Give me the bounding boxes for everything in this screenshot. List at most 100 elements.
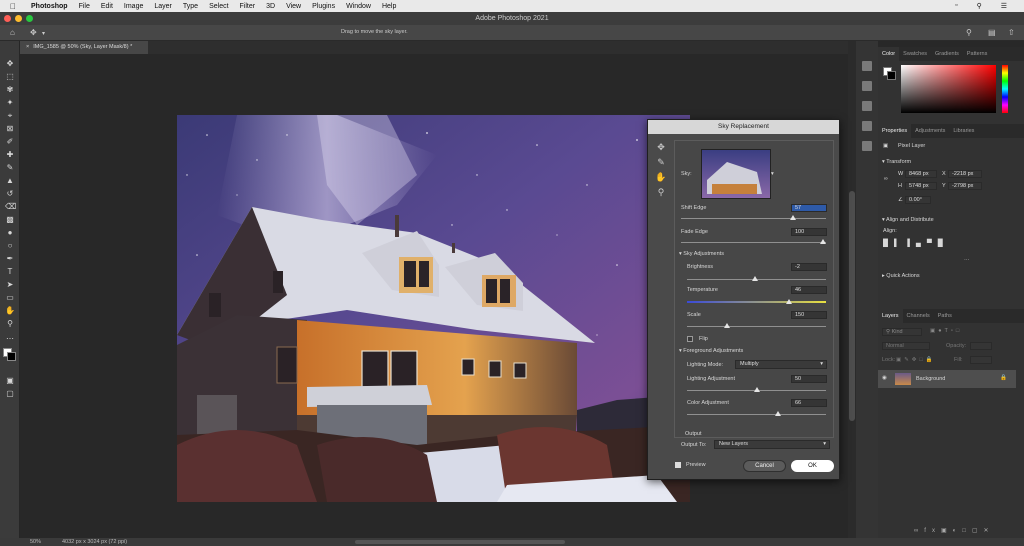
fade-edge-field[interactable]: 100: [791, 228, 827, 236]
panel-background-swatch[interactable]: [887, 71, 896, 80]
transform-section[interactable]: ▾ Transform: [882, 159, 911, 165]
menu-help[interactable]: Help: [382, 3, 396, 10]
tab-adjustments[interactable]: Adjustments: [911, 124, 949, 138]
link-icon[interactable]: ∞: [884, 176, 888, 182]
fade-edge-slider[interactable]: [681, 242, 826, 243]
sky-brush-tool-icon[interactable]: ✎: [654, 157, 668, 172]
tab-gradients[interactable]: Gradients: [931, 47, 963, 61]
lighting-adjustment-field[interactable]: 50: [791, 375, 827, 383]
brightness-thumb[interactable]: [752, 276, 758, 281]
quick-actions-section[interactable]: ▸ Quick Actions: [882, 273, 920, 279]
screen-mode-icon[interactable]: ▢: [5, 389, 15, 398]
temperature-thumb[interactable]: [786, 299, 792, 304]
blend-mode-dropdown[interactable]: Normal: [882, 342, 930, 350]
document-tab[interactable]: × IMG_1585 @ 50% (Sky, Layer Mask/8) *: [20, 41, 148, 54]
color-picker-field[interactable]: [901, 65, 996, 113]
sky-preset-thumbnail[interactable]: [701, 149, 771, 199]
x-field[interactable]: -2218 px: [948, 170, 982, 178]
shift-edge-thumb[interactable]: [790, 215, 796, 220]
menu-filter[interactable]: Filter: [240, 3, 256, 10]
lasso-tool-icon[interactable]: ✾: [5, 85, 15, 94]
brush-tool-icon[interactable]: ✎: [5, 163, 15, 172]
search-icon[interactable]: ⚲: [966, 28, 972, 37]
tab-paths[interactable]: Paths: [934, 309, 956, 323]
layer-footer-icons[interactable]: ∞fx▣◐□▢✕: [914, 527, 995, 534]
layer-row-background[interactable]: ◉ Background 🔒: [878, 370, 1016, 388]
document-image[interactable]: [177, 115, 690, 502]
chevron-down-icon[interactable]: ▾: [771, 171, 774, 177]
brushes-icon[interactable]: [862, 101, 872, 111]
zoom-window-button[interactable]: [26, 15, 33, 22]
history-brush-tool-icon[interactable]: ↺: [5, 189, 15, 198]
y-field[interactable]: -2798 px: [948, 182, 982, 190]
clone-stamp-tool-icon[interactable]: ▲: [5, 176, 15, 185]
tab-layers[interactable]: Layers: [878, 309, 903, 323]
output-to-dropdown[interactable]: New Layers ▾: [714, 440, 830, 449]
color-adjustment-slider[interactable]: [687, 414, 826, 415]
zoom-tool-icon[interactable]: ⚲: [5, 319, 15, 328]
move-tool-icon[interactable]: ✥: [5, 59, 15, 68]
more-tools-icon[interactable]: ⋯: [5, 334, 15, 343]
paragraph-icon[interactable]: [862, 141, 872, 151]
scale-slider[interactable]: [687, 326, 826, 327]
control-center-icon[interactable]: ☰: [1001, 2, 1007, 10]
lighting-mode-dropdown[interactable]: Multiply ▾: [735, 360, 827, 369]
menu-3d[interactable]: 3D: [266, 3, 275, 10]
menu-select[interactable]: Select: [209, 3, 228, 10]
blur-tool-icon[interactable]: ●: [5, 228, 15, 237]
hand-tool-icon[interactable]: ✋: [5, 306, 15, 315]
pen-tool-icon[interactable]: ✒: [5, 254, 15, 263]
minimize-window-button[interactable]: [15, 15, 22, 22]
history-icon[interactable]: [862, 61, 872, 71]
opacity-field[interactable]: [970, 342, 992, 350]
share-icon[interactable]: ⇧: [1008, 28, 1015, 37]
character-icon[interactable]: [862, 121, 872, 131]
menu-type[interactable]: Type: [183, 3, 198, 10]
actions-icon[interactable]: [862, 81, 872, 91]
menu-edit[interactable]: Edit: [101, 3, 113, 10]
marquee-tool-icon[interactable]: ⬚: [5, 72, 15, 81]
tab-channels[interactable]: Channels: [903, 309, 934, 323]
scale-field[interactable]: 150: [791, 311, 827, 319]
flip-checkbox[interactable]: [687, 336, 693, 342]
tab-color[interactable]: Color: [878, 47, 900, 61]
apple-icon[interactable]: : [10, 2, 20, 11]
brightness-field[interactable]: -2: [791, 263, 827, 271]
type-tool-icon[interactable]: T: [5, 267, 15, 276]
scale-thumb[interactable]: [724, 323, 730, 328]
close-icon[interactable]: ×: [26, 44, 29, 50]
cancel-button[interactable]: Cancel: [743, 460, 786, 472]
workspace-icon[interactable]: ▤: [988, 28, 996, 37]
crop-tool-icon[interactable]: ⌖: [5, 111, 15, 120]
canvas-vertical-scrollbar[interactable]: [848, 41, 856, 540]
menu-view[interactable]: View: [286, 3, 301, 10]
temperature-slider[interactable]: [687, 301, 826, 303]
cast-icon[interactable]: ▫: [955, 2, 957, 10]
eraser-tool-icon[interactable]: ⌫: [5, 202, 16, 211]
hand-tool-icon[interactable]: ✋: [654, 172, 668, 187]
background-color-swatch[interactable]: [7, 352, 16, 361]
tab-patterns[interactable]: Patterns: [963, 47, 991, 61]
layer-filter-kind[interactable]: ⚲ Kind: [882, 328, 922, 336]
frame-tool-icon[interactable]: ⊠: [5, 124, 15, 133]
menu-file[interactable]: File: [79, 3, 90, 10]
fill-field[interactable]: [970, 356, 992, 364]
layer-name[interactable]: Background: [916, 376, 945, 382]
gradient-tool-icon[interactable]: ▩: [5, 215, 15, 224]
quick-select-tool-icon[interactable]: ✦: [5, 98, 15, 107]
tab-swatches[interactable]: Swatches: [899, 47, 931, 61]
color-adjustment-thumb[interactable]: [775, 411, 781, 416]
angle-field[interactable]: 0.00°: [905, 196, 931, 204]
shift-edge-field[interactable]: 57: [791, 204, 827, 212]
preview-checkbox[interactable]: [675, 462, 681, 468]
menu-app-name[interactable]: Photoshop: [31, 3, 68, 10]
lock-icons[interactable]: ▣✎✥□🔒: [896, 357, 936, 363]
zoom-tool-icon[interactable]: ⚲: [654, 187, 668, 202]
visibility-eye-icon[interactable]: ◉: [882, 375, 887, 381]
scrollbar-thumb[interactable]: [849, 191, 855, 421]
hue-slider[interactable]: [1002, 65, 1008, 113]
tab-properties[interactable]: Properties: [878, 124, 912, 138]
quick-mask-icon[interactable]: ▣: [5, 376, 15, 385]
temperature-field[interactable]: 46: [791, 286, 827, 294]
menu-layer[interactable]: Layer: [154, 3, 172, 10]
